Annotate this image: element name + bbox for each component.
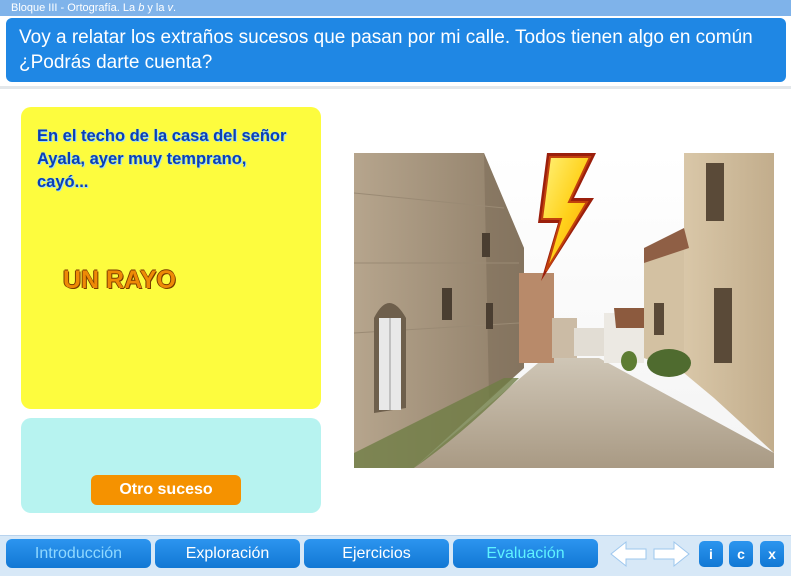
next-event-button[interactable]: Otro suceso: [91, 475, 241, 505]
breadcrumb-text-2: y la: [144, 2, 168, 14]
page-arrows: [610, 540, 690, 568]
question-text: Voy a relatar los extraños sucesos que p…: [19, 27, 753, 73]
street-photo: [354, 153, 774, 468]
question-banner: Voy a relatar los extraños sucesos que p…: [6, 18, 786, 82]
tab-exploracion[interactable]: Exploración: [155, 539, 300, 568]
tab-introduccion[interactable]: Introducción: [6, 539, 151, 568]
breadcrumb: Bloque III - Ortografía. La b y la v.: [11, 2, 176, 14]
arrow-left-icon[interactable]: [610, 540, 647, 568]
event-answer: UN RAYO: [63, 266, 176, 294]
breadcrumb-text-3: .: [173, 2, 177, 14]
exit-button[interactable]: x: [760, 541, 784, 567]
breadcrumb-text: Bloque III - Ortografía. La: [11, 2, 139, 14]
info-button[interactable]: i: [699, 541, 723, 567]
divider: [0, 86, 791, 89]
tab-ejercicios[interactable]: Ejercicios: [304, 539, 449, 568]
credits-button[interactable]: c: [729, 541, 753, 567]
tab-evaluacion[interactable]: Evaluación: [453, 539, 598, 568]
event-prompt: En el techo de la casa del señor Ayala, …: [37, 127, 287, 191]
arrow-right-icon[interactable]: [653, 540, 690, 568]
